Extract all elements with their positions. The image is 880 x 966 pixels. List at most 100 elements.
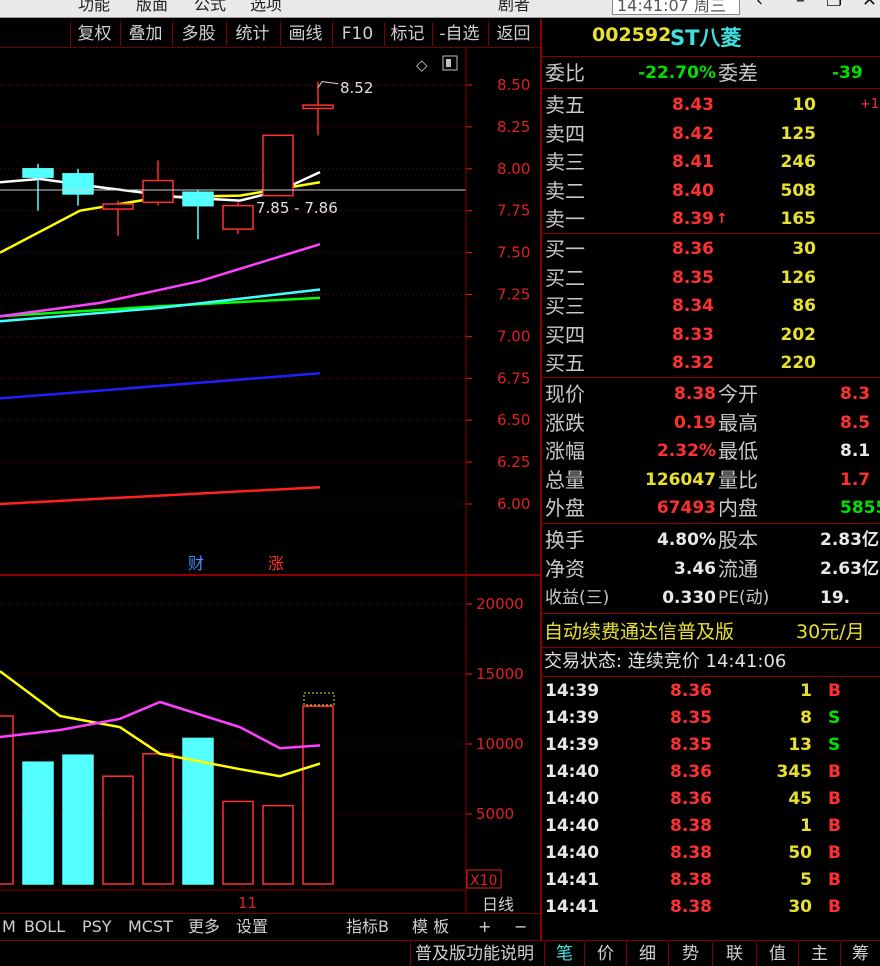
stat-label: 今开: [718, 382, 758, 406]
ask-row[interactable]: 卖一 8.39 ↑ 165: [542, 205, 880, 233]
candle-body: [62, 173, 94, 195]
candle-body: [302, 104, 334, 110]
tab-settings[interactable]: 设置: [236, 916, 268, 938]
mark-button[interactable]: 标记: [384, 22, 430, 46]
bid-volume: 30: [792, 239, 816, 259]
moving-average-line: [0, 372, 321, 400]
multi-stock-button[interactable]: 多股: [172, 22, 224, 46]
restore-rights-button[interactable]: 复权: [70, 22, 118, 46]
close-icon[interactable]: ✕: [862, 0, 877, 11]
volume-bar: [22, 761, 54, 885]
volume-bar: [222, 800, 254, 885]
tick-row: 14:39 8.36 1 B: [542, 678, 880, 705]
remove-watchlist-button[interactable]: -自选: [432, 22, 486, 46]
stat-value: 2.83亿: [820, 530, 879, 550]
zoom-out-button[interactable]: −: [514, 916, 527, 938]
ask-row[interactable]: 卖二 8.40 508: [542, 177, 880, 205]
menu-function[interactable]: 功能: [78, 0, 110, 15]
candle-body: [182, 191, 214, 207]
tick-price: 8.36: [670, 681, 712, 701]
stock-name: ST八菱: [670, 26, 742, 50]
tick-time: 14:41: [545, 897, 600, 917]
help-link[interactable]: 普及版功能说明: [410, 942, 542, 966]
tab-more[interactable]: 更多: [188, 916, 220, 938]
bid-volume: 86: [792, 296, 816, 316]
tab-price[interactable]: 价: [584, 942, 626, 966]
menu-extra[interactable]: 剧者: [498, 0, 530, 15]
ask-row[interactable]: 卖四 8.42 125: [542, 120, 880, 148]
ask-row[interactable]: 卖三 8.41 246: [542, 148, 880, 176]
order-ratio-row: 委比 -22.70% 委差 -39: [542, 59, 880, 87]
tab-indicator-b[interactable]: 指标B: [346, 916, 389, 938]
back-button[interactable]: 返回: [488, 22, 538, 46]
fundamental-row: 收益(三) 0.330 PE(动) 19.: [542, 584, 880, 612]
tab-value[interactable]: 值: [756, 942, 798, 966]
stat-label: 涨幅: [545, 439, 585, 463]
ask-level-label: 卖三: [545, 150, 585, 174]
stat-label: PE(动): [718, 588, 770, 608]
promo-price[interactable]: 30元/月: [796, 617, 865, 644]
back-icon[interactable]: ‹: [756, 0, 763, 11]
quote-panel: 002592 ST八菱 委比 -22.70% 委差 -39 卖五 8.43 10 +1…: [542, 19, 880, 940]
ask-price: 8.41: [672, 152, 714, 172]
overlay-button[interactable]: 叠加: [120, 22, 170, 46]
tab-boll[interactable]: BOLL: [24, 916, 65, 938]
tab-mcst[interactable]: MCST: [128, 916, 173, 938]
tab-macd[interactable]: M: [2, 916, 16, 938]
indicator-tabs: M BOLL PSY MCST 更多 设置 指标B 模 板 + −: [0, 913, 540, 940]
minimize-icon[interactable]: –: [796, 0, 805, 11]
volume-bars: [0, 603, 466, 885]
bid-row[interactable]: 买五 8.32 220: [542, 349, 880, 377]
maximize-icon[interactable]: ❐: [826, 0, 842, 11]
menu-layout[interactable]: 版面: [136, 0, 168, 15]
volume-tick-label: 15000: [476, 665, 524, 683]
menu-formula[interactable]: 公式: [194, 0, 226, 15]
bid-level-label: 买一: [545, 237, 585, 261]
zoom-in-button[interactable]: +: [478, 916, 491, 938]
moving-average-lines: [0, 171, 321, 506]
tab-template[interactable]: 模 板: [412, 916, 449, 938]
stat-row: 总量 126047 量比 1.7: [542, 466, 880, 494]
promo-row[interactable]: 自动续费通达信普及版 30元/月: [542, 616, 880, 646]
up-arrow-icon: ↑: [716, 211, 728, 227]
stat-label: 总量: [545, 467, 585, 492]
tab-psy[interactable]: PSY: [82, 916, 112, 938]
tab-linked[interactable]: 联: [712, 942, 756, 966]
finance-badge[interactable]: 财: [188, 554, 204, 573]
ask-row[interactable]: 卖五 8.43 10 +1: [542, 91, 880, 119]
diamond-icon[interactable]: ◇: [416, 56, 428, 74]
period-label[interactable]: 日线: [482, 895, 514, 913]
bid-row[interactable]: 买一 8.36 30: [542, 235, 880, 263]
tab-chips[interactable]: 筹: [840, 942, 880, 966]
bid-row[interactable]: 买四 8.33 202: [542, 321, 880, 349]
bid-volume: 220: [780, 353, 817, 373]
tab-detail[interactable]: 细: [626, 942, 668, 966]
ask-level-label: 卖一: [545, 207, 585, 231]
statistics-button[interactable]: 统计: [226, 22, 278, 46]
bid-row[interactable]: 买二 8.35 126: [542, 264, 880, 292]
tab-trades[interactable]: 笔: [544, 942, 584, 966]
kline-chart[interactable]: 8.50 8.25 8.00 7.75 7.50 7.25 7.00 6.75 6.50 6.25…: [0, 48, 540, 913]
price-tick-label: 6.25: [497, 453, 530, 471]
stat-value: 126047: [645, 469, 716, 490]
tick-time: 14:41: [545, 870, 600, 890]
bid-row[interactable]: 买三 8.34 86: [542, 292, 880, 320]
stock-header: 002592 ST八菱: [542, 22, 880, 54]
promo-text[interactable]: 自动续费通达信普及版: [544, 617, 734, 644]
ask-level-label: 卖四: [545, 121, 585, 146]
limit-up-badge[interactable]: 涨: [268, 554, 284, 573]
volume-tick-label: 20000: [476, 595, 524, 613]
candle-body: [222, 204, 254, 230]
menu-options[interactable]: 选项: [250, 0, 282, 15]
tick-price: 8.36: [670, 762, 712, 782]
tab-main[interactable]: 主: [798, 942, 840, 966]
draw-line-button[interactable]: 画线: [280, 22, 330, 46]
f10-button[interactable]: F10: [332, 22, 382, 46]
volume-axis: 20000 15000 10000 5000: [466, 595, 524, 823]
high-price-label: 8.52: [340, 79, 373, 97]
stat-label: 最高: [718, 410, 758, 435]
bid-price: 8.35: [672, 267, 714, 288]
stat-value: 0.330: [662, 588, 716, 608]
tab-trend[interactable]: 势: [668, 942, 712, 966]
tick-row: 14:40 8.36 45 B: [542, 786, 880, 813]
